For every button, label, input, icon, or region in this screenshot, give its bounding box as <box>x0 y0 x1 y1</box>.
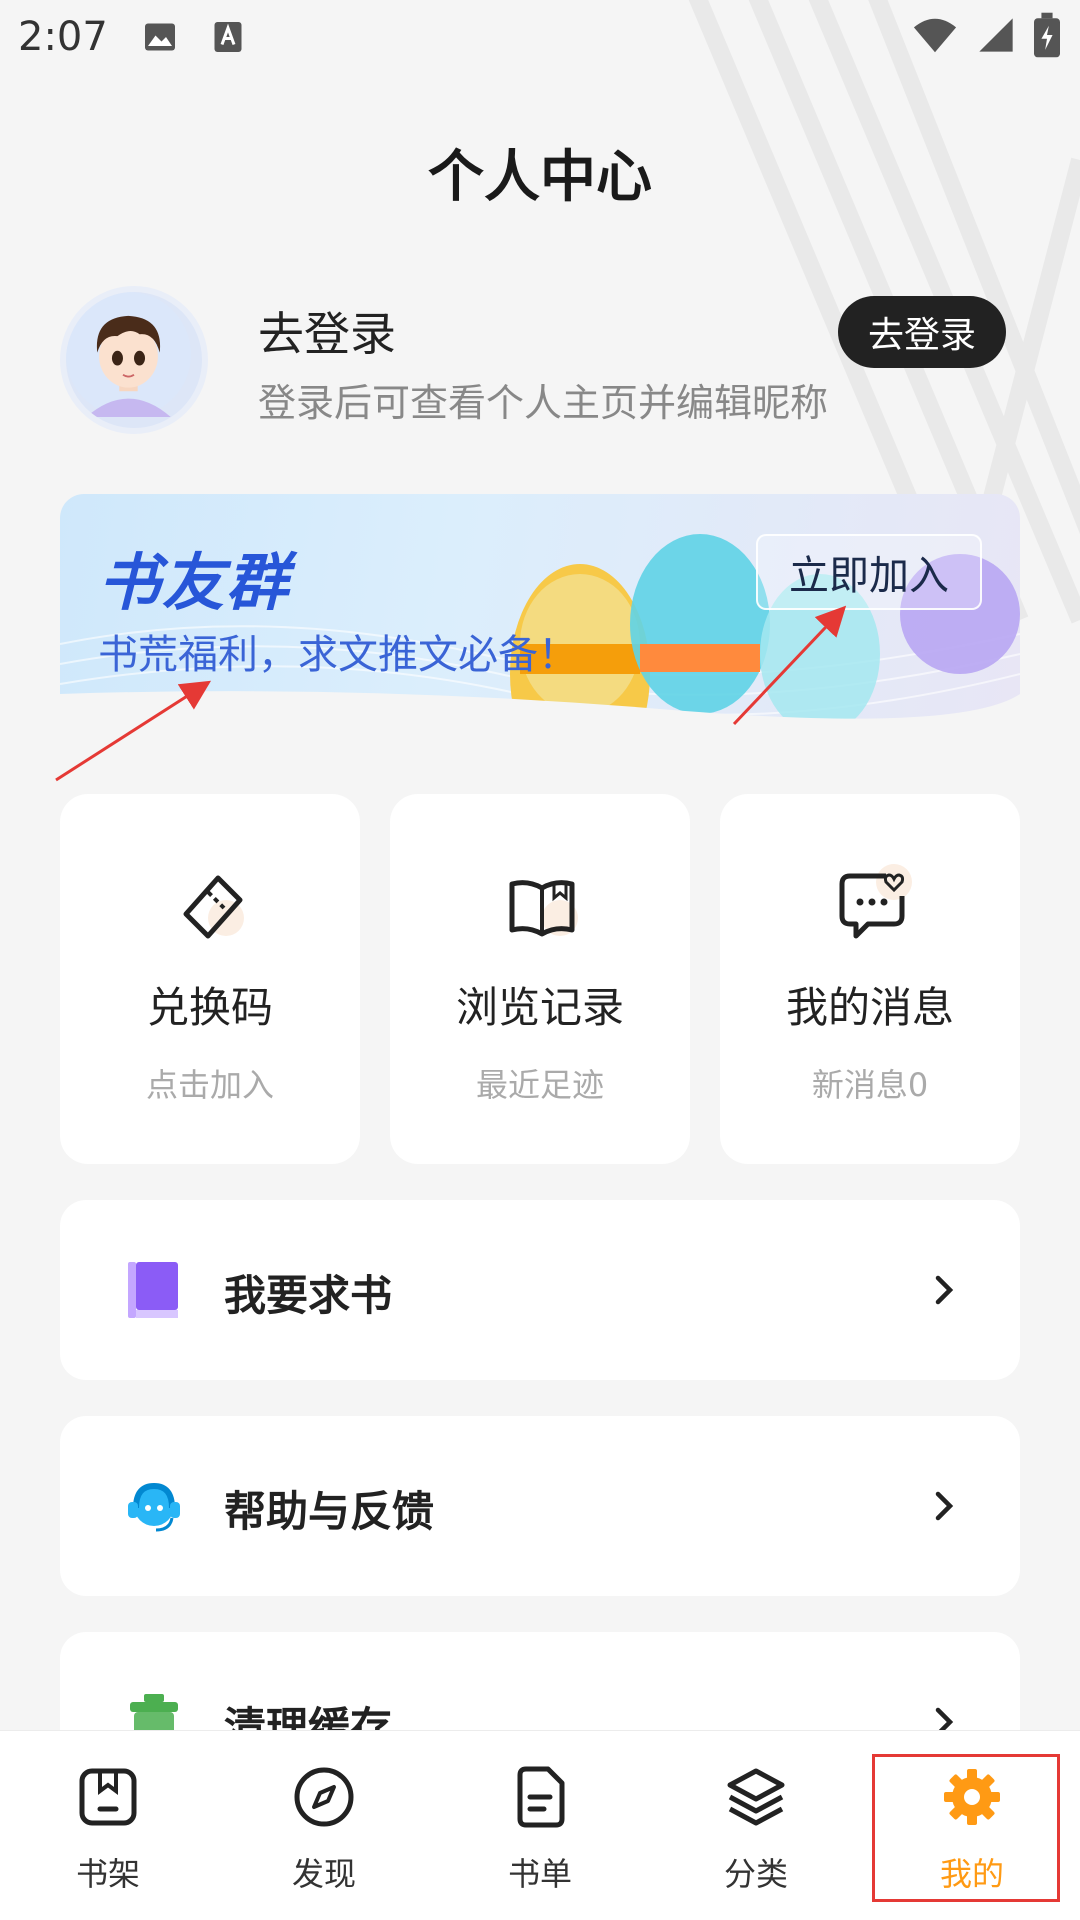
help-feedback-row[interactable]: 帮助与反馈 <box>60 1416 1020 1596</box>
card-subtitle: 新消息0 <box>811 1066 929 1104</box>
card-title: 浏览记录 <box>455 983 624 1032</box>
book-club-banner[interactable]: 书友群 书荒福利，求文推文必备！ 立即加入 <box>60 494 1020 730</box>
card-subtitle: 最近足迹 <box>475 1066 604 1104</box>
chevron-right-icon <box>935 1275 954 1305</box>
avatar[interactable] <box>60 286 208 434</box>
status-bar: 2:07 <box>0 0 1080 74</box>
join-now-button[interactable]: 立即加入 <box>756 534 982 610</box>
battery-icon <box>1034 12 1060 58</box>
compass-icon <box>294 1767 354 1827</box>
status-time: 2:07 <box>18 14 108 60</box>
card-title: 兑换码 <box>146 983 273 1032</box>
book-open-icon <box>509 880 578 937</box>
wifi-icon <box>913 18 957 53</box>
my-messages-card[interactable]: 我的消息 新消息0 <box>720 794 1020 1164</box>
row-label: 帮助与反馈 <box>224 1487 435 1536</box>
font-app-icon <box>214 22 242 52</box>
card-subtitle: 点击加入 <box>145 1066 274 1104</box>
nav-mine[interactable]: 我的 <box>864 1731 1080 1920</box>
row-label: 我要求书 <box>224 1271 393 1320</box>
signal-icon <box>979 18 1013 52</box>
page-title: 个人中心 <box>428 145 652 210</box>
redeem-code-card[interactable]: 兑换码 点击加入 <box>60 794 360 1164</box>
profile-subtitle: 登录后可查看个人主页并编辑昵称 <box>258 381 829 425</box>
banner-title: 书友群 <box>98 546 291 619</box>
bottom-nav: 书架 发现 书单 分类 我的 <box>0 1730 1080 1920</box>
request-book-row[interactable]: 我要求书 <box>60 1200 1020 1380</box>
nav-label: 分类 <box>723 1855 788 1893</box>
nav-label: 书架 <box>75 1855 140 1893</box>
book-request-icon <box>128 1262 178 1318</box>
nav-label: 书单 <box>507 1855 572 1893</box>
profile-name[interactable]: 去登录 <box>258 298 396 364</box>
ticket-icon <box>183 875 244 939</box>
nav-bookshelf[interactable]: 书架 <box>0 1731 216 1920</box>
bookshelf-icon <box>79 1768 137 1826</box>
card-title: 我的消息 <box>785 983 954 1032</box>
gear-icon <box>944 1769 1000 1825</box>
nav-label: 我的 <box>939 1855 1004 1893</box>
headset-icon <box>128 1482 180 1532</box>
nav-booklist[interactable]: 书单 <box>432 1731 648 1920</box>
browse-history-card[interactable]: 浏览记录 最近足迹 <box>390 794 690 1164</box>
nav-label: 发现 <box>291 1855 356 1893</box>
banner-subtitle: 书荒福利，求文推文必备！ <box>98 632 578 678</box>
nav-discover[interactable]: 发现 <box>216 1731 432 1920</box>
image-icon <box>144 23 175 51</box>
nav-category[interactable]: 分类 <box>648 1731 864 1920</box>
layers-icon <box>727 1768 785 1826</box>
chevron-right-icon <box>935 1491 954 1521</box>
document-icon <box>517 1766 565 1828</box>
login-button[interactable]: 去登录 <box>838 296 1006 368</box>
message-heart-icon <box>839 864 912 939</box>
